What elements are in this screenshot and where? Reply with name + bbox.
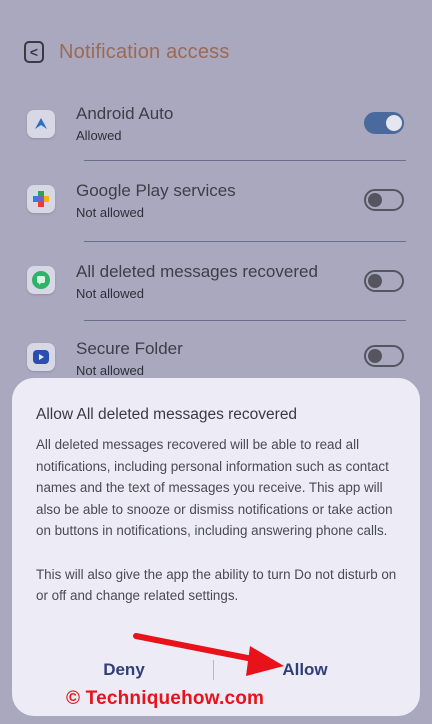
deny-button[interactable]: Deny	[74, 652, 174, 688]
app-status: Not allowed	[76, 286, 144, 301]
allow-button[interactable]: Allow	[255, 652, 355, 688]
app-status: Not allowed	[76, 363, 144, 378]
message-recovery-icon	[27, 266, 55, 294]
dialog-body-paragraph: All deleted messages recovered will be a…	[36, 437, 393, 539]
dialog-body-paragraph: This will also give the app the ability …	[36, 566, 397, 604]
back-button[interactable]: <	[24, 41, 44, 63]
dialog-body: All deleted messages recovered will be a…	[36, 434, 406, 607]
app-status: Not allowed	[76, 205, 144, 220]
dialog-actions: Deny Allow	[12, 652, 420, 688]
page-title: Notification access	[59, 40, 230, 63]
android-auto-icon	[27, 110, 55, 138]
app-name: All deleted messages recovered	[76, 262, 318, 281]
divider	[84, 160, 406, 161]
app-name: Android Auto	[76, 104, 174, 123]
notification-access-screen: < Notification access Android Auto Allow…	[0, 0, 432, 724]
toggle-knob	[368, 193, 382, 207]
back-arrow-icon: <	[29, 44, 39, 60]
divider	[84, 241, 406, 242]
app-name: Google Play services	[76, 181, 236, 200]
toggle-knob	[368, 349, 382, 363]
secure-folder-icon	[27, 343, 55, 371]
action-separator	[213, 660, 214, 680]
toggle-secure-folder[interactable]	[364, 345, 404, 367]
toggle-android-auto[interactable]	[364, 112, 404, 134]
google-play-services-icon	[27, 185, 55, 213]
app-name: Secure Folder	[76, 339, 183, 358]
header: < Notification access	[24, 38, 230, 66]
divider	[84, 320, 406, 321]
toggle-all-deleted-messages-recovered[interactable]	[364, 270, 404, 292]
watermark: © Techniquehow.com	[66, 688, 265, 709]
permission-dialog: Allow All deleted messages recovered All…	[12, 378, 420, 716]
dialog-title: Allow All deleted messages recovered	[36, 406, 298, 423]
app-status: Allowed	[76, 128, 122, 143]
app-row-google-play-services[interactable]: Google Play services Not allowed	[0, 181, 432, 241]
app-row-android-auto[interactable]: Android Auto Allowed	[0, 104, 432, 164]
toggle-knob	[386, 115, 402, 131]
toggle-knob	[368, 274, 382, 288]
toggle-google-play-services[interactable]	[364, 189, 404, 211]
app-row-all-deleted-messages-recovered[interactable]: All deleted messages recovered Not allow…	[0, 262, 432, 322]
